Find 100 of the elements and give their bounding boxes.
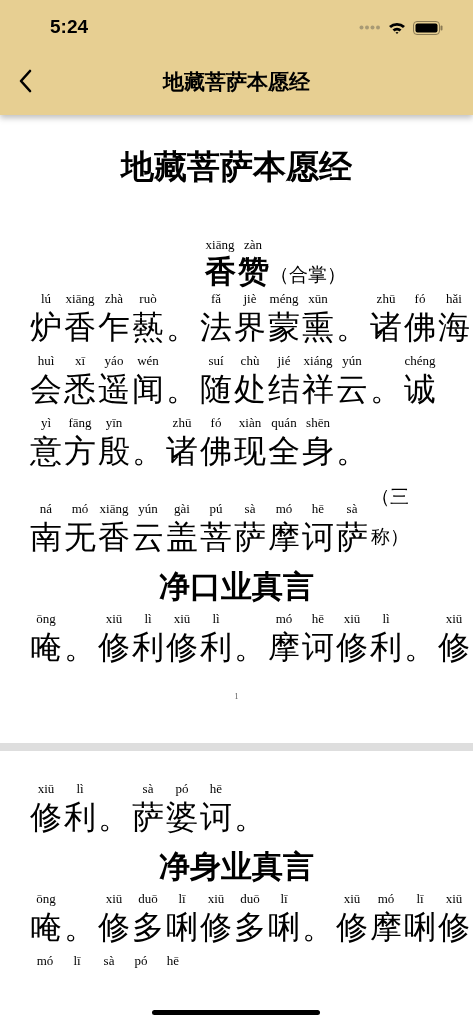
scripture-character: 结 <box>268 370 300 409</box>
scripture-character: 利 <box>132 628 164 667</box>
heading-character: 业 <box>221 848 252 886</box>
pinyin: zàn <box>243 237 262 253</box>
pinyin: sà <box>346 501 358 517</box>
pinyin: duō <box>138 891 158 907</box>
scripture-character: 熏 <box>302 308 334 347</box>
scripture-character: 。 <box>234 628 266 667</box>
pinyin: ōng <box>36 891 56 907</box>
scripture-character: 香 <box>98 518 130 557</box>
pinyin: hē <box>311 611 325 627</box>
pinyin: sà <box>244 501 256 517</box>
scripture-character: 悉 <box>64 370 96 409</box>
pinyin: mó <box>377 891 395 907</box>
heading-character: 言 <box>283 848 314 886</box>
scripture-character: 爇 <box>132 308 164 347</box>
scripture-character: 诚 <box>404 370 436 409</box>
scripture-character: 身 <box>302 432 334 471</box>
scripture-character: 摩 <box>370 908 402 947</box>
pinyin: xiū <box>207 891 225 907</box>
scripture-character: 殷 <box>98 432 130 471</box>
heading-character: 身 <box>190 848 221 886</box>
pinyin: chù <box>240 353 260 369</box>
pinyin: lī <box>416 891 424 907</box>
pinyin: lì <box>212 611 220 627</box>
scripture-character: 多 <box>234 908 266 947</box>
scripture-character: 。 <box>336 308 368 347</box>
pinyin: huì <box>37 353 55 369</box>
pinyin: mó <box>275 611 293 627</box>
scripture-character: 佛 <box>200 432 232 471</box>
pinyin: jié <box>277 353 291 369</box>
heading-character: 净 <box>159 568 190 606</box>
pinyin: xiàn <box>238 415 262 431</box>
pinyin: yún <box>138 501 158 517</box>
scripture-character: 摩 <box>268 628 300 667</box>
book-title: 地藏菩萨本愿经 <box>121 148 352 187</box>
pinyin: xiū <box>105 611 123 627</box>
pinyin: fǎ <box>210 291 222 307</box>
battery-icon <box>413 20 443 35</box>
pinyin: mó <box>71 501 89 517</box>
scripture-character: 菩 <box>200 518 232 557</box>
pinyin: xiū <box>445 891 463 907</box>
pinyin: zhà <box>104 291 123 307</box>
scripture-character: 。 <box>302 908 334 947</box>
pinyin: quán <box>271 415 297 431</box>
wifi-icon <box>388 20 406 35</box>
scripture-character: 唎 <box>404 908 436 947</box>
heading-character: 香 <box>204 253 236 291</box>
pinyin: pó <box>175 781 189 797</box>
pinyin: jiè <box>243 291 257 307</box>
page-number: 1 <box>234 691 239 703</box>
pinyin: lī <box>280 891 288 907</box>
scripture-character: 闻 <box>132 370 164 409</box>
scripture-character: 蒙 <box>268 308 300 347</box>
scripture-character: 萨 <box>132 798 164 837</box>
pinyin: hē <box>209 781 223 797</box>
scripture-character: 唵 <box>30 908 62 947</box>
scripture-character: 修 <box>200 908 232 947</box>
heading-character: 言 <box>283 568 314 606</box>
scripture-character: 利 <box>370 628 402 667</box>
scripture-character: 修 <box>438 908 470 947</box>
pinyin: yīn <box>105 415 123 431</box>
scripture-character: 全 <box>268 432 300 471</box>
pinyin: lì <box>382 611 390 627</box>
scripture-character: 多 <box>132 908 164 947</box>
scripture-character: 修 <box>98 628 130 667</box>
pinyin: fó <box>414 291 426 307</box>
scripture-character: 云 <box>336 370 368 409</box>
pinyin: lì <box>76 781 84 797</box>
pinyin: shēn <box>306 415 330 431</box>
scripture-character: 。 <box>64 908 96 947</box>
verse-note: （三称） <box>371 485 410 549</box>
scripture-character: 会 <box>30 370 62 409</box>
scripture-character: 修 <box>438 628 470 667</box>
pinyin: zhū <box>376 291 396 307</box>
pinyin: xiáng <box>303 353 333 369</box>
status-time: 5:24 <box>50 15 89 40</box>
scripture-character: 修 <box>30 798 62 837</box>
scripture-character: 。 <box>64 628 96 667</box>
scripture-character: 诃 <box>200 798 232 837</box>
scripture-character: 。 <box>132 432 164 471</box>
scripture-character: 诸 <box>166 432 198 471</box>
scripture-character: 摩 <box>268 518 300 557</box>
scripture-character: 方 <box>64 432 96 471</box>
pinyin: chéng <box>404 353 436 369</box>
pinyin: lú <box>40 291 52 307</box>
scripture-character: 唵 <box>30 628 62 667</box>
heading-character: 真 <box>252 848 283 886</box>
scripture-character: 无 <box>64 518 96 557</box>
pinyin: xiū <box>173 611 191 627</box>
pinyin: yún <box>342 353 362 369</box>
scripture-character: 。 <box>404 628 436 667</box>
pinyin: xī <box>74 353 86 369</box>
scripture-character: 诃 <box>302 518 334 557</box>
pinyin: lì <box>144 611 152 627</box>
scripture-character: 祥 <box>302 370 334 409</box>
pinyin: xiāng <box>65 291 95 307</box>
pinyin: ná <box>39 501 53 517</box>
pinyin: xiū <box>343 891 361 907</box>
scripture-character: 意 <box>30 432 62 471</box>
